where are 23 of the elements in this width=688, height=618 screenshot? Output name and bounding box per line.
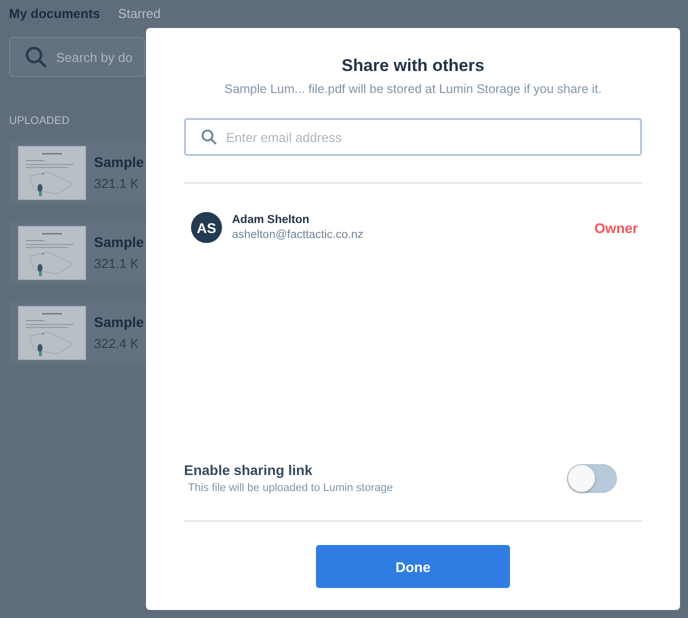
document-thumbnail [18,146,86,200]
done-button[interactable]: Done [316,545,510,588]
dialog-title: Share with others [340,56,486,76]
section-label: UPLOADED [9,115,71,127]
sharing-link-hint: This file will be uploaded to Lumin storage [187,482,393,494]
dialog-subtitle: Sample Lum... file.pdf will be stored at Lumin Storage if you share it. [223,82,603,96]
search-icon [201,129,217,145]
sharing-link-label: Enable sharing link [184,462,314,478]
toggle-switch[interactable] [567,464,617,492]
tab[interactable]: My documents [9,6,100,21]
avatar: AS [191,212,222,243]
file-name: Sample [94,314,144,330]
member-email: ashelton@facttactic.co.nz [232,229,364,241]
file-name: Sample [94,234,144,250]
member-role: Owner [594,220,638,236]
tab[interactable]: Starred [118,6,161,21]
search-icon [25,46,47,68]
member-name: Adam Shelton [232,214,310,226]
document-thumbnail [18,306,86,360]
search-field[interactable]: Search by do [9,37,145,77]
email-field[interactable]: Enter email address [184,118,642,156]
document-thumbnail [18,226,86,280]
file-name: Sample [94,154,144,170]
